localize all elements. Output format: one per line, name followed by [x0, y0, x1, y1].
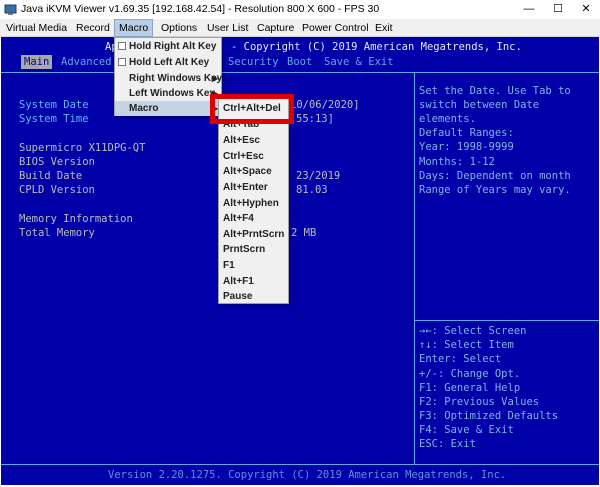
macro-f1[interactable]: F1	[223, 258, 288, 273]
system-time-value[interactable]: 55:13]	[296, 113, 334, 126]
macro-ctrl-esc[interactable]: Ctrl+Esc	[223, 149, 288, 164]
tab-save-exit[interactable]: Save & Exit	[321, 55, 397, 69]
menu-capture[interactable]: Capture	[253, 19, 298, 37]
total-memory-value: 2 MB	[291, 227, 317, 239]
menu-power-control[interactable]: Power Control	[298, 19, 373, 37]
tab-security[interactable]: Security	[225, 55, 282, 69]
cpld-version-value: 81.03	[296, 184, 328, 196]
window-title: Java iKVM Viewer v1.69.35 [192.168.42.54…	[21, 3, 380, 15]
menu-user-list[interactable]: User List	[203, 19, 252, 37]
tab-main[interactable]: Main	[21, 55, 53, 69]
help-line: Default Ranges:	[419, 127, 514, 139]
system-date-value[interactable]: 10/06/2020]	[290, 99, 360, 112]
system-date-label[interactable]: System Date	[19, 99, 89, 112]
checkbox-icon[interactable]	[118, 58, 126, 66]
macro-alt-f4[interactable]: Alt+F4	[223, 211, 288, 226]
macro-pause[interactable]: Pause	[223, 289, 288, 304]
panel-top-border	[1, 72, 599, 73]
help-line: Year: 1998-9999	[419, 141, 514, 153]
bios-tabs: Main Advanced Security Boot Save & Exit	[1, 55, 599, 69]
key-hint: F1: General Help	[419, 382, 521, 394]
macro-alt-f1[interactable]: Alt+F1	[223, 274, 288, 289]
help-line: switch between Date	[419, 99, 540, 111]
board-name: Supermicro X11DPG-QT	[19, 142, 146, 154]
menu-options[interactable]: Options	[157, 19, 201, 37]
help-line: Range of Years may vary.	[419, 184, 571, 196]
macro-submenu: Ctrl+Alt+Del Alt+Tab Alt+Esc Ctrl+Esc Al…	[218, 97, 289, 304]
key-hint: Enter: Select	[419, 353, 502, 365]
right-windows-key-item[interactable]: Right Windows Key ▶	[115, 71, 222, 86]
macro-alt-esc[interactable]: Alt+Esc	[223, 133, 288, 148]
key-hint: F4: Save & Exit	[419, 424, 514, 436]
highlight-box	[210, 94, 294, 124]
maximize-button[interactable]: ☐	[544, 0, 572, 19]
key-hint: F2: Previous Values	[419, 396, 540, 408]
java-app-icon	[4, 4, 17, 15]
macro-prntscrn[interactable]: PrntScrn	[223, 242, 288, 257]
help-line: Months: 1-12	[419, 156, 495, 168]
tab-boot[interactable]: Boot	[284, 55, 315, 69]
build-date-label: Build Date	[19, 170, 83, 182]
key-hint: +/-: Change Opt.	[419, 368, 521, 380]
macro-menu: Hold Right Alt Key Hold Left Alt Key Rig…	[114, 37, 222, 116]
footer-version: Version 2.20.1275. Copyright (C) 2019 Am…	[108, 469, 507, 481]
tab-advanced[interactable]: Advanced	[58, 55, 115, 69]
menubar: Virtual Media Record Macro Options User …	[0, 19, 600, 37]
system-time-label[interactable]: System Time	[19, 113, 89, 126]
help-keys-divider	[415, 320, 599, 321]
left-windows-key-item[interactable]: Left Windows Key ▶	[115, 86, 221, 101]
macro-alt-prntscrn[interactable]: Alt+PrntScrn	[223, 227, 288, 242]
key-hint: ESC: Exit	[419, 438, 476, 450]
memory-info-label: Memory Information	[19, 213, 133, 225]
checkbox-icon[interactable]	[118, 42, 126, 50]
bios-header-copyright: - Copyright (C) 2019 American Megatrends…	[231, 41, 522, 53]
total-memory-label: Total Memory	[19, 227, 95, 239]
close-button[interactable]: ✕	[572, 0, 600, 19]
bios-screen[interactable]: Ap - Copyright (C) 2019 American Megatre…	[1, 37, 599, 485]
menu-macro[interactable]: Macro	[114, 19, 154, 37]
help-line: Set the Date. Use Tab to	[419, 85, 571, 97]
menu-record[interactable]: Record	[72, 19, 114, 37]
submenu-arrow-icon: ▶	[211, 74, 218, 83]
macro-alt-hyphen[interactable]: Alt+Hyphen	[223, 196, 288, 211]
macro-alt-enter[interactable]: Alt+Enter	[223, 180, 288, 195]
help-line: elements.	[419, 113, 476, 125]
key-hint: ↑↓: Select Item	[419, 339, 514, 351]
macro-alt-space[interactable]: Alt+Space	[223, 164, 288, 179]
key-hint: F3: Optimized Defaults	[419, 410, 559, 422]
macro-submenu-item[interactable]: Macro ▶	[115, 101, 221, 116]
bios-version-label: BIOS Version	[19, 156, 95, 168]
build-date-value: 23/2019	[296, 170, 341, 182]
menu-virtual-media[interactable]: Virtual Media	[2, 19, 71, 37]
hold-right-alt-item[interactable]: Hold Right Alt Key	[115, 39, 221, 54]
hold-left-alt-item[interactable]: Hold Left Alt Key	[115, 55, 221, 70]
help-line: Days: Dependent on month	[419, 170, 571, 182]
panel-vertical-divider	[414, 73, 415, 464]
menu-exit[interactable]: Exit	[371, 19, 397, 37]
window-titlebar: Java iKVM Viewer v1.69.35 [192.168.42.54…	[0, 0, 600, 19]
bios-footer: Version 2.20.1275. Copyright (C) 2019 Am…	[1, 464, 599, 485]
minimize-button[interactable]: —	[515, 0, 543, 19]
cpld-version-label: CPLD Version	[19, 184, 95, 196]
key-hint: →←: Select Screen	[419, 325, 527, 337]
